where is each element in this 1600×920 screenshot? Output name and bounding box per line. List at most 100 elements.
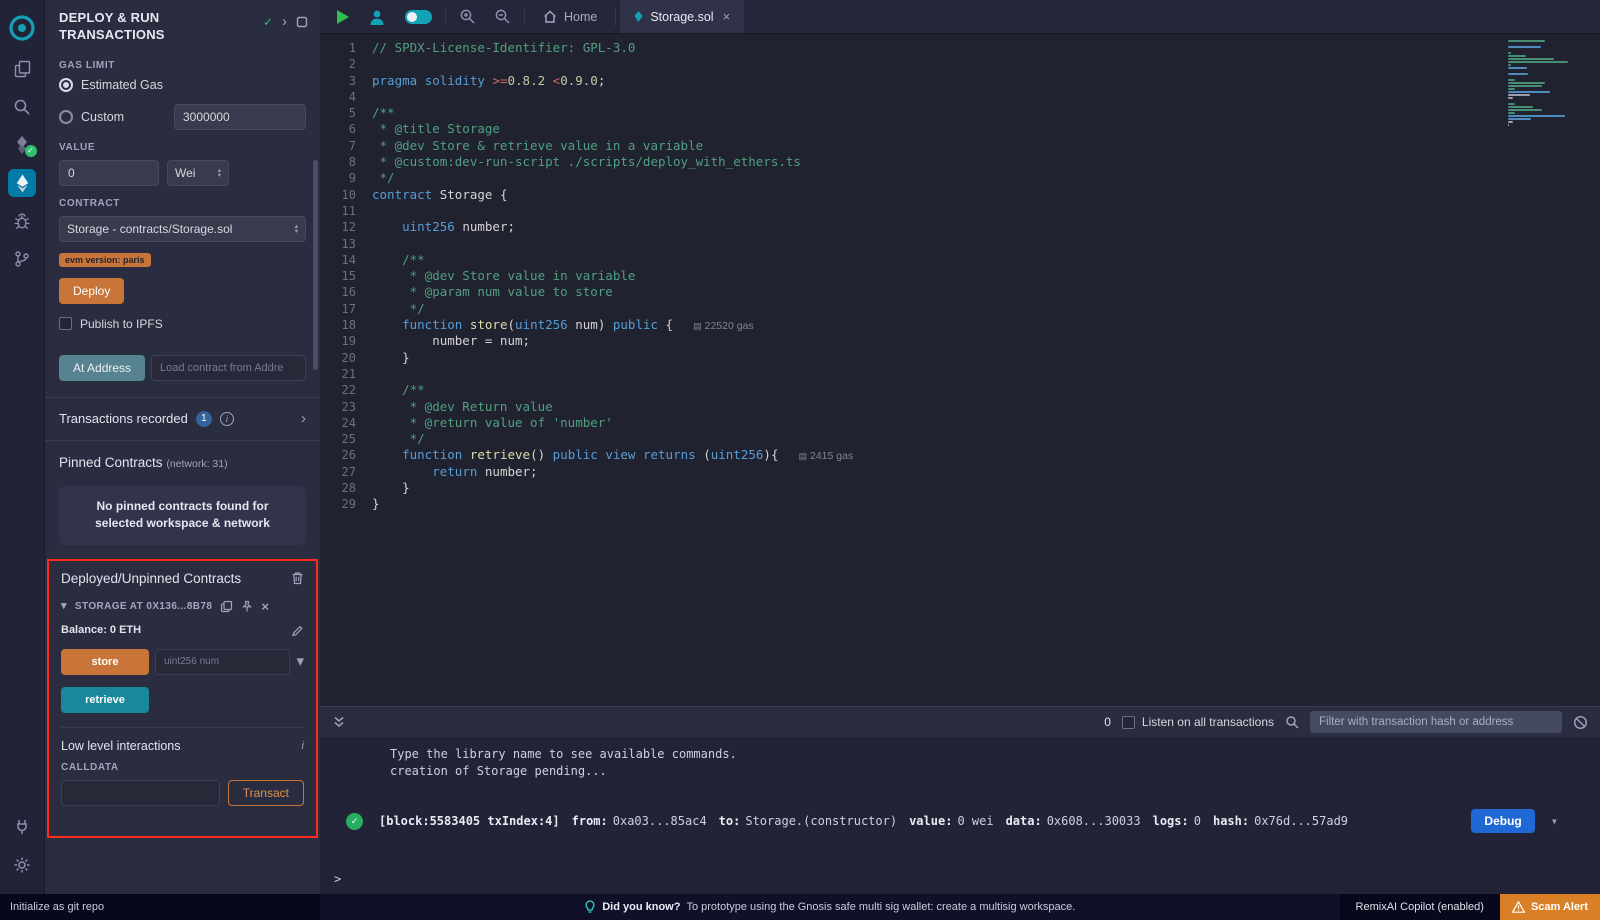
search-icon[interactable] bbox=[1285, 715, 1299, 729]
annotation-highlight: Deployed/Unpinned Contracts ▾ STORAGE AT… bbox=[47, 559, 318, 838]
terminal-filter-input[interactable] bbox=[1310, 711, 1562, 733]
did-you-know-tip: Did you know? To prototype using the Gno… bbox=[320, 894, 1340, 920]
chevron-down-icon[interactable]: ▾ bbox=[296, 654, 304, 669]
run-script-button[interactable] bbox=[320, 0, 358, 33]
terminal-content[interactable]: Type the library name to see available c… bbox=[320, 737, 1600, 894]
pending-tx-count: 0 bbox=[1104, 715, 1111, 729]
deployed-contracts-title: Deployed/Unpinned Contracts bbox=[49, 561, 316, 586]
retrieve-button[interactable]: retrieve bbox=[61, 687, 149, 713]
clear-console-icon[interactable] bbox=[1573, 715, 1588, 730]
toggle-icon bbox=[405, 10, 432, 24]
check-icon: ✓ bbox=[263, 15, 273, 29]
transactions-recorded-row[interactable]: Transactions recorded 1 i › bbox=[45, 398, 320, 440]
code-editor[interactable]: 1234567891011121314151617181920212223242… bbox=[320, 34, 1600, 706]
info-icon[interactable]: i bbox=[220, 412, 234, 426]
chevron-right-icon[interactable]: › bbox=[301, 411, 306, 426]
at-address-button[interactable]: At Address bbox=[59, 355, 145, 381]
lightbulb-icon bbox=[584, 900, 596, 914]
copilot-status[interactable]: RemixAI Copilot (enabled) bbox=[1340, 894, 1500, 920]
value-unit-select[interactable]: Wei ▴▾ bbox=[167, 160, 229, 186]
success-check-icon: ✓ bbox=[346, 813, 363, 830]
chevron-down-icon[interactable]: ▾ bbox=[61, 601, 67, 612]
trash-icon[interactable] bbox=[291, 571, 304, 585]
expand-terminal-icon[interactable] bbox=[332, 715, 346, 729]
pin-panel-icon[interactable] bbox=[296, 16, 308, 28]
pinned-empty-message: No pinned contracts found for selected w… bbox=[59, 486, 306, 545]
zoom-in-icon[interactable] bbox=[450, 0, 485, 33]
calldata-input[interactable] bbox=[61, 780, 220, 806]
custom-gas-input[interactable] bbox=[174, 104, 306, 130]
store-args-input[interactable] bbox=[155, 649, 290, 675]
value-label: VALUE bbox=[59, 142, 306, 153]
divider bbox=[445, 7, 446, 26]
compile-success-badge: ✓ bbox=[25, 145, 37, 157]
store-button[interactable]: store bbox=[61, 649, 149, 675]
at-address-row: At Address bbox=[59, 355, 306, 381]
divider bbox=[615, 7, 616, 26]
search-icon[interactable] bbox=[0, 88, 45, 126]
chevron-down-icon[interactable]: ▾ bbox=[1551, 814, 1558, 828]
settings-icon[interactable] bbox=[0, 846, 45, 884]
low-level-interactions: Low level interactions i bbox=[49, 728, 316, 753]
pin-icon[interactable] bbox=[241, 600, 253, 613]
tab-home[interactable]: Home bbox=[529, 0, 611, 33]
minimap[interactable] bbox=[1508, 40, 1580, 127]
solidity-compiler-icon[interactable]: ✓ bbox=[0, 126, 45, 164]
copilot-toggle[interactable] bbox=[396, 0, 441, 33]
git-icon[interactable] bbox=[0, 240, 45, 278]
store-function-row: store ▾ bbox=[61, 649, 304, 675]
remix-logo[interactable] bbox=[0, 6, 45, 50]
terminal-prompt[interactable]: > bbox=[334, 872, 341, 886]
play-icon bbox=[337, 10, 349, 24]
publish-ipfs-checkbox[interactable]: Publish to IPFS bbox=[59, 317, 306, 331]
checkbox-icon bbox=[1122, 716, 1135, 729]
listen-all-checkbox[interactable]: Listen on all transactions bbox=[1122, 715, 1274, 729]
git-init-button[interactable]: Initialize as git repo bbox=[0, 894, 320, 920]
at-address-input[interactable] bbox=[151, 355, 306, 381]
debug-button[interactable]: Debug bbox=[1471, 809, 1534, 833]
transaction-log-row[interactable]: ✓ [block:5583405 txIndex:4]from:0xa03...… bbox=[320, 804, 1600, 838]
tx-count-badge: 1 bbox=[196, 411, 212, 427]
deploy-run-icon[interactable] bbox=[0, 164, 45, 202]
panel-title: DEPLOY & RUN TRANSACTIONS bbox=[59, 10, 165, 44]
estimated-gas-radio[interactable]: Estimated Gas bbox=[59, 78, 306, 92]
gas-limit-label: GAS LIMIT bbox=[59, 60, 306, 71]
custom-gas-radio[interactable]: Custom bbox=[59, 110, 124, 124]
remix-app: ✓ bbox=[0, 0, 1600, 894]
zoom-out-icon[interactable] bbox=[485, 0, 520, 33]
value-row: Wei ▴▾ bbox=[59, 160, 306, 186]
edit-icon[interactable] bbox=[291, 624, 304, 637]
warning-icon bbox=[1512, 901, 1525, 913]
activity-bar: ✓ bbox=[0, 0, 45, 894]
ai-assistant-icon[interactable] bbox=[358, 0, 396, 33]
checkbox-icon bbox=[59, 317, 72, 330]
tab-storage-sol[interactable]: Storage.sol × bbox=[620, 0, 744, 33]
plugin-manager-icon[interactable] bbox=[0, 808, 45, 846]
info-icon[interactable]: i bbox=[302, 740, 304, 752]
contract-select[interactable]: Storage - contracts/Storage.sol ▴▾ bbox=[59, 216, 306, 242]
file-explorer-icon[interactable] bbox=[0, 50, 45, 88]
transact-button[interactable]: Transact bbox=[228, 780, 304, 806]
tx-text: [block:5583405 txIndex:4]from:0xa03...85… bbox=[379, 814, 1455, 828]
copy-icon[interactable] bbox=[220, 600, 233, 613]
deploy-run-panel: DEPLOY & RUN TRANSACTIONS ✓ › GAS LIMIT … bbox=[45, 0, 320, 894]
deploy-button[interactable]: Deploy bbox=[59, 278, 124, 304]
editor-gutter[interactable]: 1234567891011121314151617181920212223242… bbox=[320, 40, 372, 706]
debugger-icon[interactable] bbox=[0, 202, 45, 240]
panel-scrollbar[interactable] bbox=[313, 160, 318, 370]
close-icon[interactable]: × bbox=[261, 600, 269, 613]
calldata-row: Transact bbox=[49, 773, 316, 806]
pinned-contracts-title: Pinned Contracts (network: 31) bbox=[45, 441, 320, 470]
chevron-right-icon[interactable]: › bbox=[282, 14, 287, 29]
stepper-icon: ▴▾ bbox=[218, 168, 221, 178]
scam-alert-button[interactable]: Scam Alert bbox=[1500, 894, 1600, 920]
radio-icon bbox=[59, 110, 73, 124]
contract-label: CONTRACT bbox=[59, 198, 306, 209]
terminal-output: Type the library name to see available c… bbox=[320, 746, 1600, 780]
main-area: Home Storage.sol × 123456789101112131415… bbox=[320, 0, 1600, 894]
terminal-toolbar: 0 Listen on all transactions bbox=[320, 707, 1600, 737]
value-input[interactable] bbox=[59, 160, 159, 186]
deployed-contract-header[interactable]: ▾ STORAGE AT 0X136...8B78 × bbox=[49, 586, 316, 613]
close-tab-icon[interactable]: × bbox=[723, 9, 731, 24]
code-lines[interactable]: // SPDX-License-Identifier: GPL-3.0pragm… bbox=[372, 40, 1600, 706]
